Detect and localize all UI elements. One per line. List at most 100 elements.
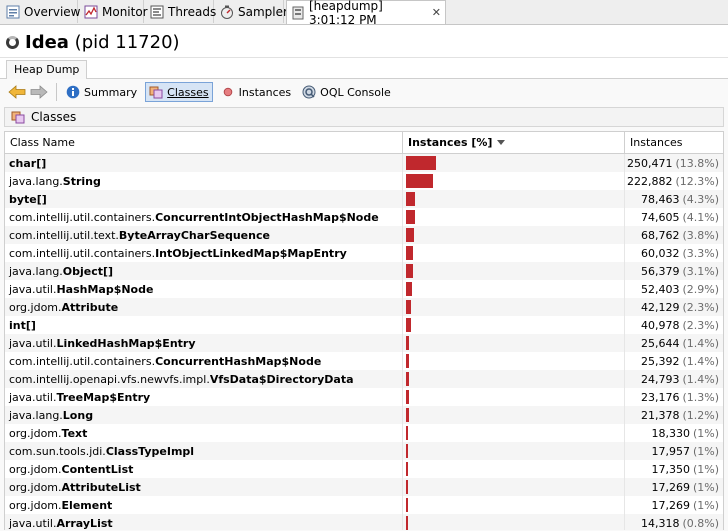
summary-button[interactable]: Summary [63,82,140,102]
class-name: Text [61,426,88,440]
class-name: Object[] [62,264,114,278]
tab-overview[interactable]: Overview [2,0,81,23]
class-name: HashMap$Node [56,282,154,296]
instances-bar [406,156,436,170]
sampler-icon [220,5,234,19]
instances-pct-cell [403,442,625,460]
table-row[interactable]: com.sun.tools.jdi. ClassTypeImpl 17,957 (1%… [5,442,723,460]
instances-bar [406,444,408,458]
instance-count: 78,463 [640,192,680,206]
package-name: java.lang. [9,408,63,422]
table-row[interactable]: java.util. TreeMap$Entry 23,176 (1.3%) [5,388,723,406]
instances-bar [406,408,409,422]
close-icon[interactable]: ✕ [432,6,441,19]
forward-arrow-icon[interactable] [30,83,48,101]
class-name-cell: java.lang. String [5,172,403,190]
tab-threads[interactable]: Threads [146,0,216,23]
instances-pct-cell [403,460,625,478]
table-row[interactable]: org.jdom. Attribute 42,129 (2.3%) [5,298,723,316]
table-row[interactable]: org.jdom. Element 17,269 (1%) [5,496,723,514]
package-name: com.intellij.util.containers. [9,210,156,224]
package-name: java.util. [9,516,57,530]
instances-pct-cell [403,298,625,316]
instance-count: 17,269 [651,498,690,512]
instance-percent: (1.4%) [682,372,719,386]
instance-percent: (1%) [692,444,719,458]
divider [56,83,57,101]
instances-pct-cell [403,424,625,442]
instance-percent: (1%) [692,462,719,476]
instance-percent: (3.8%) [682,228,719,242]
table-row[interactable]: org.jdom. Text 18,330 (1%) [5,424,723,442]
class-name: ByteArrayCharSequence [118,228,270,242]
instances-count-cell: 74,605 (4.1%) [625,208,723,226]
classes-icon [11,110,25,124]
column-header-class-name[interactable]: Class Name [5,132,403,153]
instances-bar [406,174,433,188]
table-row[interactable]: com.intellij.util.text. ByteArrayCharSequ… [5,226,723,244]
table-row[interactable]: java.util. HashMap$Node 52,403 (2.9%) [5,280,723,298]
class-name-cell: org.jdom. Element [5,496,403,514]
table-row[interactable]: com.intellij.util.containers. ConcurrentI… [5,208,723,226]
tab-heap-dump[interactable]: Heap Dump [6,60,88,79]
table-row[interactable]: com.intellij.util.containers. ConcurrentH… [5,352,723,370]
instances-pct-cell [403,262,625,280]
instance-count: 60,032 [640,246,680,260]
tab-heapdump[interactable]: [heapdump] 3:01:12 PM ✕ [286,0,446,27]
loading-spinner-icon [6,35,19,49]
instance-count: 68,762 [640,228,680,242]
instances-count-cell: 60,032 (3.3%) [625,244,723,262]
class-name: ClassTypeImpl [105,444,195,458]
table-row[interactable]: java.lang. String 222,882 (12.3%) [5,172,723,190]
instances-pct-cell [403,154,625,172]
back-arrow-icon[interactable] [8,83,26,101]
heap-dump-toolbar: Summary Classes Instances OQL Console [0,80,728,104]
instances-bar [406,462,408,476]
instances-pct-cell [403,514,625,530]
instances-bar [406,210,415,224]
instances-bar [406,264,413,278]
package-name: org.jdom. [9,480,62,494]
instance-percent: (4.1%) [682,210,719,224]
instances-pct-cell [403,172,625,190]
column-header-instances-pct[interactable]: Instances [%] [403,132,625,153]
oql-console-button[interactable]: OQL Console [299,82,394,102]
instance-count: 56,379 [640,264,680,278]
table-row[interactable]: int[] 40,978 (2.3%) [5,316,723,334]
instances-bar [406,372,409,386]
class-name-cell: java.util. LinkedHashMap$Entry [5,334,403,352]
instance-percent: (1.4%) [682,354,719,368]
package-name: org.jdom. [9,462,62,476]
oql-console-label: OQL Console [320,85,391,99]
app-name: Idea [25,31,69,53]
classes-section-header: Classes [4,107,724,127]
table-row[interactable]: java.lang. Long 21,378 (1.2%) [5,406,723,424]
table-row[interactable]: byte[] 78,463 (4.3%) [5,190,723,208]
instances-count-cell: 18,330 (1%) [625,424,723,442]
table-row[interactable]: org.jdom. ContentList 17,350 (1%) [5,460,723,478]
table-row[interactable]: char[] 250,471 (13.8%) [5,154,723,172]
instance-percent: (2.9%) [682,282,719,296]
tab-monitor[interactable]: Monitor [80,0,148,23]
table-row[interactable]: com.intellij.openapi.vfs.newvfs.impl. Vfs… [5,370,723,388]
classes-label: Classes [167,85,209,99]
instances-count-cell: 17,269 (1%) [625,496,723,514]
package-name: java.util. [9,282,57,296]
column-header-instances[interactable]: Instances [625,132,723,153]
package-name: java.util. [9,390,57,404]
instances-pct-cell [403,496,625,514]
class-name-cell: java.lang. Object[] [5,262,403,280]
instances-pct-cell [403,388,625,406]
tab-sampler[interactable]: Sampler [216,0,288,23]
instances-bar [406,300,411,314]
table-row[interactable]: java.util. ArrayList 14,318 (0.8%) [5,514,723,530]
class-name-cell: com.intellij.util.text. ByteArrayCharSequ… [5,226,403,244]
table-row[interactable]: org.jdom. AttributeList 17,269 (1%) [5,478,723,496]
instances-button[interactable]: Instances [218,82,295,102]
classes-icon [149,85,163,99]
table-row[interactable]: java.lang. Object[] 56,379 (3.1%) [5,262,723,280]
classes-button[interactable]: Classes [145,82,213,102]
instance-count: 74,605 [640,210,680,224]
table-row[interactable]: com.intellij.util.containers. IntObjectLi… [5,244,723,262]
table-row[interactable]: java.util. LinkedHashMap$Entry 25,644 (1.4%… [5,334,723,352]
